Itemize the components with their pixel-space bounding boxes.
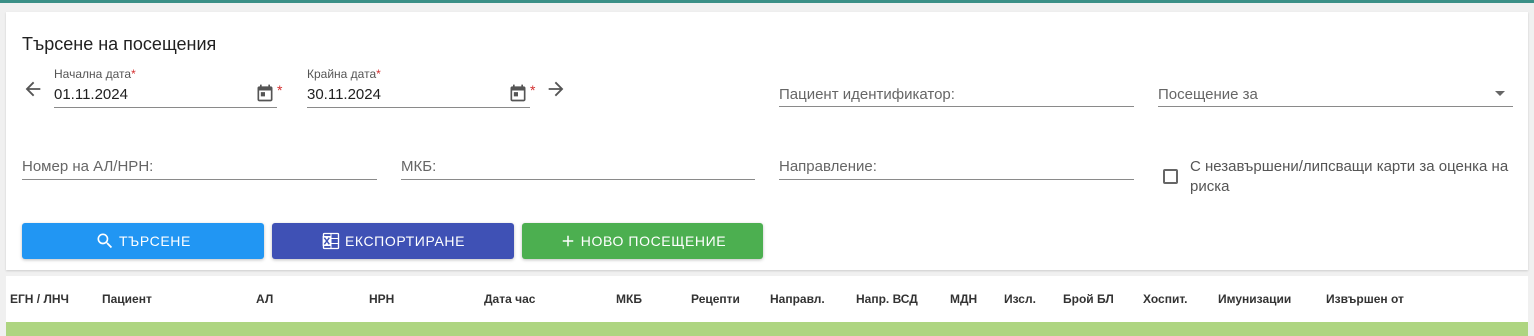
al-nrn-underline bbox=[22, 179, 377, 180]
search-panel: Търсене на посещения Начална дата* 01.11… bbox=[6, 12, 1528, 270]
column-header-immunizations[interactable]: Имунизации bbox=[1218, 292, 1291, 306]
visit-for-placeholder: Посещение за bbox=[1158, 86, 1258, 103]
patient-id-placeholder: Пациент идентификатор: bbox=[779, 86, 955, 103]
column-header-performed-by[interactable]: Извършен от bbox=[1326, 292, 1404, 306]
chevron-down-icon[interactable] bbox=[1495, 91, 1505, 96]
new-visit-button-label: НОВО ПОСЕЩЕНИЕ bbox=[580, 233, 727, 249]
column-header-prescriptions[interactable]: Рецепти bbox=[691, 292, 740, 306]
direction-underline bbox=[779, 179, 1134, 180]
arrow-right-icon[interactable] bbox=[545, 78, 567, 100]
table-row[interactable] bbox=[6, 322, 1528, 336]
column-header-vsd-referrals[interactable]: Напр. ВСД bbox=[856, 292, 918, 306]
column-header-hospitalization[interactable]: Хоспит. bbox=[1143, 292, 1187, 306]
search-button-label: ТЪРСЕНЕ bbox=[119, 233, 191, 249]
page-title: Търсене на посещения bbox=[22, 34, 217, 54]
column-header-mdn[interactable]: МДН bbox=[950, 292, 977, 306]
export-button[interactable]: ЕКСПОРТИРАНЕ bbox=[272, 223, 514, 259]
export-button-label: ЕКСПОРТИРАНЕ bbox=[344, 233, 466, 249]
calendar-icon[interactable] bbox=[508, 83, 528, 103]
column-header-referrals[interactable]: Направл. bbox=[770, 292, 825, 306]
search-button[interactable]: ТЪРСЕНЕ bbox=[22, 223, 264, 259]
start-date-underline bbox=[54, 107, 277, 108]
calendar-icon[interactable] bbox=[255, 83, 275, 103]
column-header-nrn[interactable]: НРН bbox=[369, 292, 394, 306]
start-date-required-mark: * bbox=[131, 67, 136, 81]
start-date-label: Начална дата bbox=[54, 67, 132, 81]
column-header-patient[interactable]: Пациент bbox=[102, 292, 152, 306]
mkb-underline bbox=[401, 179, 755, 180]
arrow-left-icon[interactable] bbox=[22, 78, 44, 100]
excel-icon bbox=[322, 232, 340, 250]
end-date-required-mark: * bbox=[376, 67, 381, 81]
column-header-datetime[interactable]: Дата час bbox=[484, 292, 535, 306]
new-visit-button[interactable]: НОВО ПОСЕЩЕНИЕ bbox=[522, 223, 763, 259]
visits-table-header: ЕГН / ЛНЧ Пациент АЛ НРН Дата час МКБ Ре… bbox=[6, 276, 1528, 322]
column-header-egn[interactable]: ЕГН / ЛНЧ bbox=[10, 292, 69, 306]
column-header-tests[interactable]: Изсл. bbox=[1004, 292, 1036, 306]
risk-checkbox-label: С незавършени/липсващи карти за оценка н… bbox=[1190, 158, 1509, 195]
column-header-sick-leaves[interactable]: Брой БЛ bbox=[1063, 292, 1114, 306]
end-date-underline bbox=[307, 107, 530, 108]
risk-checkbox[interactable] bbox=[1163, 169, 1178, 184]
start-date-value[interactable]: 01.11.2024 bbox=[54, 86, 128, 103]
start-date-required-star: * bbox=[277, 82, 283, 98]
plus-icon bbox=[562, 235, 574, 247]
search-icon bbox=[97, 233, 113, 249]
patient-id-underline bbox=[779, 106, 1134, 107]
end-date-label: Крайна дата bbox=[307, 67, 377, 81]
al-nrn-placeholder: Номер на АЛ/НРН: bbox=[22, 158, 154, 175]
top-accent-line bbox=[0, 0, 1534, 3]
end-date-value[interactable]: 30.11.2024 bbox=[307, 86, 381, 103]
mkb-placeholder: МКБ: bbox=[401, 158, 437, 175]
visit-for-underline bbox=[1158, 106, 1513, 107]
end-date-required-star: * bbox=[530, 82, 536, 98]
column-header-mkb[interactable]: МКБ bbox=[616, 292, 642, 306]
column-header-al[interactable]: АЛ bbox=[256, 292, 273, 306]
direction-placeholder: Направление: bbox=[779, 158, 877, 175]
